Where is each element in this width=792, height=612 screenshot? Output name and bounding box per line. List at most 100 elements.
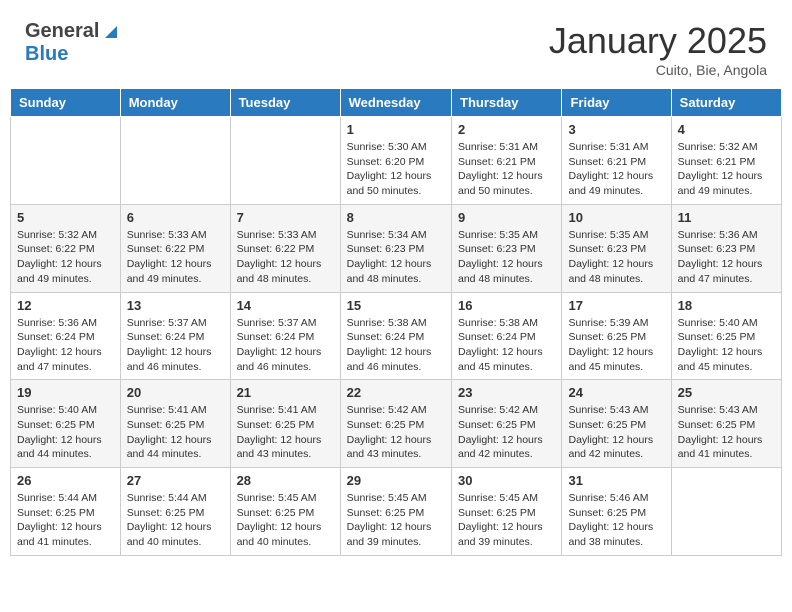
calendar-cell: 23 Sunrise: 5:42 AM Sunset: 6:25 PM Dayli…	[452, 380, 562, 468]
day-of-week-header: Saturday	[671, 89, 781, 117]
day-number: 6	[127, 210, 224, 225]
day-info: Sunrise: 5:40 AM Sunset: 6:25 PM Dayligh…	[17, 403, 114, 462]
day-number: 30	[458, 473, 555, 488]
day-number: 22	[347, 385, 445, 400]
day-info: Sunrise: 5:41 AM Sunset: 6:25 PM Dayligh…	[127, 403, 224, 462]
day-number: 5	[17, 210, 114, 225]
location-subtitle: Cuito, Bie, Angola	[549, 62, 767, 78]
day-info: Sunrise: 5:32 AM Sunset: 6:21 PM Dayligh…	[678, 140, 775, 199]
calendar-week-row: 1 Sunrise: 5:30 AM Sunset: 6:20 PM Daylig…	[11, 117, 782, 205]
calendar-cell: 21 Sunrise: 5:41 AM Sunset: 6:25 PM Dayli…	[230, 380, 340, 468]
calendar-cell: 6 Sunrise: 5:33 AM Sunset: 6:22 PM Daylig…	[120, 204, 230, 292]
day-number: 19	[17, 385, 114, 400]
day-info: Sunrise: 5:36 AM Sunset: 6:23 PM Dayligh…	[678, 228, 775, 287]
day-number: 7	[237, 210, 334, 225]
day-info: Sunrise: 5:35 AM Sunset: 6:23 PM Dayligh…	[458, 228, 555, 287]
day-info: Sunrise: 5:44 AM Sunset: 6:25 PM Dayligh…	[127, 491, 224, 550]
day-of-week-header: Sunday	[11, 89, 121, 117]
day-info: Sunrise: 5:36 AM Sunset: 6:24 PM Dayligh…	[17, 316, 114, 375]
day-of-week-header: Thursday	[452, 89, 562, 117]
calendar-cell: 1 Sunrise: 5:30 AM Sunset: 6:20 PM Daylig…	[340, 117, 451, 205]
calendar-cell: 25 Sunrise: 5:43 AM Sunset: 6:25 PM Dayli…	[671, 380, 781, 468]
day-info: Sunrise: 5:33 AM Sunset: 6:22 PM Dayligh…	[127, 228, 224, 287]
day-info: Sunrise: 5:42 AM Sunset: 6:25 PM Dayligh…	[347, 403, 445, 462]
day-number: 12	[17, 298, 114, 313]
calendar-table: SundayMondayTuesdayWednesdayThursdayFrid…	[10, 88, 782, 556]
day-number: 15	[347, 298, 445, 313]
calendar-week-row: 12 Sunrise: 5:36 AM Sunset: 6:24 PM Dayli…	[11, 292, 782, 380]
calendar-cell: 29Sunrise: 5:45 AM Sunset: 6:25 PM Dayli…	[340, 468, 451, 556]
day-number: 27	[127, 473, 224, 488]
calendar-cell: 20 Sunrise: 5:41 AM Sunset: 6:25 PM Dayli…	[120, 380, 230, 468]
calendar-cell: 14Sunrise: 5:37 AM Sunset: 6:24 PM Dayli…	[230, 292, 340, 380]
day-number: 13	[127, 298, 224, 313]
calendar-week-row: 5 Sunrise: 5:32 AM Sunset: 6:22 PM Daylig…	[11, 204, 782, 292]
calendar-cell: 3 Sunrise: 5:31 AM Sunset: 6:21 PM Daylig…	[562, 117, 671, 205]
calendar-cell	[11, 117, 121, 205]
calendar-cell: 24 Sunrise: 5:43 AM Sunset: 6:25 PM Dayli…	[562, 380, 671, 468]
day-of-week-header: Tuesday	[230, 89, 340, 117]
day-number: 1	[347, 122, 445, 137]
day-info: Sunrise: 5:34 AM Sunset: 6:23 PM Dayligh…	[347, 228, 445, 287]
day-number: 10	[568, 210, 664, 225]
calendar-cell: 10 Sunrise: 5:35 AM Sunset: 6:23 PM Dayli…	[562, 204, 671, 292]
day-info: Sunrise: 5:41 AM Sunset: 6:25 PM Dayligh…	[237, 403, 334, 462]
logo-general-text: General	[25, 20, 99, 43]
calendar-cell	[120, 117, 230, 205]
day-number: 8	[347, 210, 445, 225]
day-number: 21	[237, 385, 334, 400]
calendar-cell	[671, 468, 781, 556]
day-number: 26	[17, 473, 114, 488]
day-number: 3	[568, 122, 664, 137]
day-info: Sunrise: 5:33 AM Sunset: 6:22 PM Dayligh…	[237, 228, 334, 287]
day-info: Sunrise: 5:35 AM Sunset: 6:23 PM Dayligh…	[568, 228, 664, 287]
day-number: 24	[568, 385, 664, 400]
calendar-cell: 11 Sunrise: 5:36 AM Sunset: 6:23 PM Dayli…	[671, 204, 781, 292]
day-info: Sunrise: 5:30 AM Sunset: 6:20 PM Dayligh…	[347, 140, 445, 199]
calendar-cell: 9 Sunrise: 5:35 AM Sunset: 6:23 PM Daylig…	[452, 204, 562, 292]
day-number: 29	[347, 473, 445, 488]
day-number: 20	[127, 385, 224, 400]
calendar-cell: 5 Sunrise: 5:32 AM Sunset: 6:22 PM Daylig…	[11, 204, 121, 292]
calendar-cell: 4Sunrise: 5:32 AM Sunset: 6:21 PM Daylig…	[671, 117, 781, 205]
calendar-cell: 16 Sunrise: 5:38 AM Sunset: 6:24 PM Dayli…	[452, 292, 562, 380]
day-number: 25	[678, 385, 775, 400]
calendar-cell: 27 Sunrise: 5:44 AM Sunset: 6:25 PM Dayli…	[120, 468, 230, 556]
day-number: 9	[458, 210, 555, 225]
day-number: 23	[458, 385, 555, 400]
day-number: 11	[678, 210, 775, 225]
day-info: Sunrise: 5:45 AM Sunset: 6:25 PM Dayligh…	[237, 491, 334, 550]
day-of-week-header: Wednesday	[340, 89, 451, 117]
day-info: Sunrise: 5:45 AM Sunset: 6:25 PM Dayligh…	[458, 491, 555, 550]
calendar-cell	[230, 117, 340, 205]
calendar-cell: 26 Sunrise: 5:44 AM Sunset: 6:25 PM Dayli…	[11, 468, 121, 556]
calendar-cell: 12 Sunrise: 5:36 AM Sunset: 6:24 PM Dayli…	[11, 292, 121, 380]
calendar-cell: 31 Sunrise: 5:46 AM Sunset: 6:25 PM Dayli…	[562, 468, 671, 556]
day-info: Sunrise: 5:43 AM Sunset: 6:25 PM Dayligh…	[568, 403, 664, 462]
logo-blue-text: Blue	[25, 43, 68, 65]
day-info: Sunrise: 5:40 AM Sunset: 6:25 PM Dayligh…	[678, 316, 775, 375]
calendar-cell: 22 Sunrise: 5:42 AM Sunset: 6:25 PM Dayli…	[340, 380, 451, 468]
day-info: Sunrise: 5:46 AM Sunset: 6:25 PM Dayligh…	[568, 491, 664, 550]
calendar-cell: 2Sunrise: 5:31 AM Sunset: 6:21 PM Daylig…	[452, 117, 562, 205]
title-block: January 2025 Cuito, Bie, Angola	[549, 20, 767, 78]
calendar-cell: 8 Sunrise: 5:34 AM Sunset: 6:23 PM Daylig…	[340, 204, 451, 292]
day-info: Sunrise: 5:44 AM Sunset: 6:25 PM Dayligh…	[17, 491, 114, 550]
calendar-cell: 30 Sunrise: 5:45 AM Sunset: 6:25 PM Dayli…	[452, 468, 562, 556]
calendar-cell: 13Sunrise: 5:37 AM Sunset: 6:24 PM Dayli…	[120, 292, 230, 380]
day-info: Sunrise: 5:32 AM Sunset: 6:22 PM Dayligh…	[17, 228, 114, 287]
day-info: Sunrise: 5:37 AM Sunset: 6:24 PM Dayligh…	[237, 316, 334, 375]
calendar-week-row: 19 Sunrise: 5:40 AM Sunset: 6:25 PM Dayli…	[11, 380, 782, 468]
day-info: Sunrise: 5:38 AM Sunset: 6:24 PM Dayligh…	[458, 316, 555, 375]
day-info: Sunrise: 5:43 AM Sunset: 6:25 PM Dayligh…	[678, 403, 775, 462]
day-number: 16	[458, 298, 555, 313]
page-header: General Blue January 2025 Cuito, Bie, An…	[10, 10, 782, 83]
calendar-header-row: SundayMondayTuesdayWednesdayThursdayFrid…	[11, 89, 782, 117]
day-number: 2	[458, 122, 555, 137]
day-info: Sunrise: 5:42 AM Sunset: 6:25 PM Dayligh…	[458, 403, 555, 462]
day-info: Sunrise: 5:31 AM Sunset: 6:21 PM Dayligh…	[568, 140, 664, 199]
day-number: 17	[568, 298, 664, 313]
calendar-cell: 17Sunrise: 5:39 AM Sunset: 6:25 PM Dayli…	[562, 292, 671, 380]
day-number: 28	[237, 473, 334, 488]
day-number: 31	[568, 473, 664, 488]
